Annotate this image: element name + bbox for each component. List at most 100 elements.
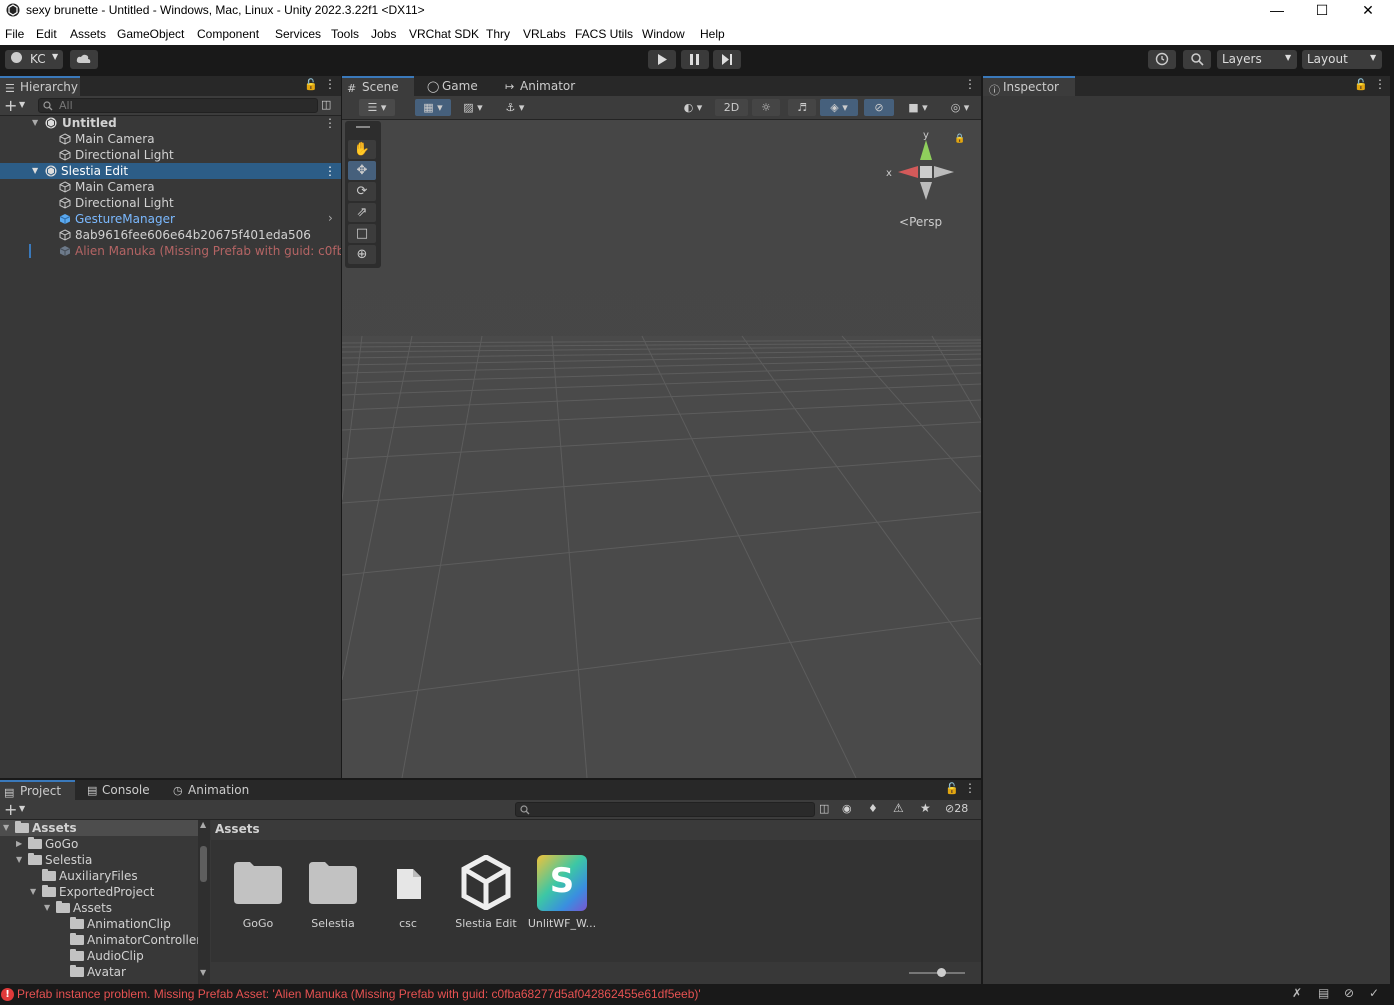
scene-visibility-icon[interactable]: ◫ xyxy=(321,98,331,111)
menu-component[interactable]: Component xyxy=(197,27,259,41)
zoom-slider-thumb[interactable] xyxy=(937,968,946,977)
rect-tool-button[interactable]: □ xyxy=(348,224,376,243)
tool-settings-dropdown[interactable]: ☰ ▾ xyxy=(359,99,395,116)
expand-arrow-icon[interactable]: ▼ xyxy=(32,118,38,127)
filter-type-icon[interactable]: ◉ xyxy=(842,802,852,815)
menu-edit[interactable]: Edit xyxy=(36,27,57,41)
expand-arrow-icon[interactable]: ▼ xyxy=(3,823,9,832)
tree-item-audioclip[interactable]: AudioClip xyxy=(0,948,200,964)
toggle-2d-button[interactable]: 2D xyxy=(715,99,748,116)
tree-item-gogo[interactable]: ▶ GoGo xyxy=(0,836,200,852)
y-axis-cone[interactable] xyxy=(920,140,932,160)
transform-tool-button[interactable]: ⊕ xyxy=(348,245,376,264)
tab-console[interactable]: ▤ Console xyxy=(82,780,162,800)
expand-arrow-icon[interactable]: ▼ xyxy=(16,855,22,864)
add-icon[interactable]: + xyxy=(4,96,17,115)
tree-item-animatorcontroller[interactable]: AnimatorController xyxy=(0,932,201,948)
tree-scrollbar[interactable]: ▲ ▼ xyxy=(198,820,210,984)
ruler-dropdown[interactable]: ⚓ ▾ xyxy=(497,99,533,116)
gizmos-dropdown[interactable]: ◎ ▾ xyxy=(942,99,978,116)
kebab-menu-icon[interactable]: ⋮ xyxy=(324,116,336,130)
menu-vrlabs[interactable]: VRLabs xyxy=(523,27,566,41)
tab-animation[interactable]: ◷ Animation xyxy=(168,780,256,800)
menu-services[interactable]: Services xyxy=(275,27,321,41)
tree-item-exportedproject[interactable]: ▼ ExportedProject xyxy=(0,884,200,900)
undo-history-button[interactable] xyxy=(1148,50,1176,69)
pause-button[interactable] xyxy=(681,50,709,69)
lock-icon[interactable]: 🔓 xyxy=(304,78,318,91)
tab-game[interactable]: ◯ Game xyxy=(422,76,494,96)
hand-tool-button[interactable]: ✋ xyxy=(348,140,376,159)
neg-y-axis-cone[interactable] xyxy=(920,182,932,200)
star-icon[interactable]: ★ xyxy=(920,801,931,815)
chevron-right-icon[interactable]: › xyxy=(328,211,333,225)
expand-arrow-icon[interactable]: ▼ xyxy=(44,903,50,912)
add-icon[interactable]: + xyxy=(4,800,17,819)
scrollbar-thumb[interactable] xyxy=(200,846,207,882)
cache-icon[interactable]: ▤ xyxy=(1318,986,1329,1000)
menu-assets[interactable]: Assets xyxy=(70,27,106,41)
menu-facs-utils[interactable]: FACS Utils xyxy=(575,27,633,41)
search-button[interactable] xyxy=(1183,50,1211,69)
expand-arrow-icon[interactable]: ▼ xyxy=(30,887,36,896)
center-cube[interactable] xyxy=(920,166,932,178)
tab-inspector[interactable]: ⓘ Inspector xyxy=(983,76,1075,97)
kebab-menu-icon[interactable]: ⋮ xyxy=(1374,77,1386,91)
grid-snap-dropdown[interactable]: ▦ ▾ xyxy=(415,99,451,116)
expand-arrow-icon[interactable]: ▼ xyxy=(32,166,38,175)
expand-arrow-icon[interactable]: ▶ xyxy=(16,839,22,848)
hierarchy-row-guid-object[interactable]: 8ab9616fee606e64b20675f401eda506 xyxy=(0,227,341,243)
perspective-toggle[interactable]: <Persp xyxy=(899,215,942,229)
hidden-objects-toggle[interactable]: ⊘ xyxy=(864,99,894,116)
close-button[interactable]: ✕ xyxy=(1345,0,1391,21)
hierarchy-row-untitled[interactable]: ▼ Untitled ⋮ xyxy=(0,115,341,131)
kebab-menu-icon[interactable]: ⋮ xyxy=(964,77,976,91)
hidden-packages-toggle[interactable]: ⊘28 xyxy=(945,802,968,815)
chevron-down-icon[interactable]: ▼ xyxy=(19,100,25,109)
menu-gameobject[interactable]: GameObject xyxy=(117,27,184,41)
search-scope-icon[interactable]: ◫ xyxy=(819,802,829,815)
menu-window[interactable]: Window xyxy=(642,27,685,41)
log-icon[interactable]: ⚠ xyxy=(893,801,904,815)
label-icon[interactable]: ♦ xyxy=(868,802,878,815)
debug-icon[interactable]: ✗ xyxy=(1292,986,1302,1000)
audio-toggle[interactable]: ♬ xyxy=(788,99,816,116)
camera-dropdown[interactable]: ■ ▾ xyxy=(900,99,936,116)
hierarchy-row-main-camera[interactable]: Main Camera xyxy=(0,179,341,195)
menu-file[interactable]: File xyxy=(5,27,24,41)
tab-hierarchy[interactable]: ☰ Hierarchy xyxy=(0,76,80,96)
tree-item-selestia[interactable]: ▼ Selestia xyxy=(0,852,200,868)
hierarchy-row-slestia-edit[interactable]: ▼ Slestia Edit ⋮ xyxy=(0,163,341,179)
tree-item-animationclip[interactable]: AnimationClip xyxy=(0,916,200,932)
hierarchy-row-main-camera[interactable]: Main Camera xyxy=(0,131,341,147)
scale-tool-button[interactable]: ⇗ xyxy=(348,203,376,222)
chevron-down-icon[interactable]: ▼ xyxy=(19,804,25,813)
tab-project[interactable]: ▤ Project xyxy=(0,780,75,800)
scroll-up-icon[interactable]: ▲ xyxy=(200,820,206,829)
tree-item-avatar[interactable]: Avatar xyxy=(0,964,200,980)
kebab-menu-icon[interactable]: ⋮ xyxy=(964,781,976,795)
menu-tools[interactable]: Tools xyxy=(331,27,359,41)
hierarchy-row-missing-prefab[interactable]: Alien Manuka (Missing Prefab with guid: … xyxy=(0,243,341,259)
menu-vrchat-sdk[interactable]: VRChat SDK xyxy=(409,27,479,41)
lock-icon[interactable]: 🔒 xyxy=(954,134,965,144)
kebab-menu-icon[interactable]: ⋮ xyxy=(324,164,336,178)
menu-thry[interactable]: Thry xyxy=(486,27,510,41)
layout-dropdown[interactable]: Layout ▼ xyxy=(1302,50,1382,69)
maximize-button[interactable]: ☐ xyxy=(1299,0,1345,21)
move-tool-button[interactable]: ✥ xyxy=(348,161,376,180)
hierarchy-row-directional-light[interactable]: Directional Light xyxy=(0,195,341,211)
snap-increment-dropdown[interactable]: ▨ ▾ xyxy=(455,99,491,116)
menu-jobs[interactable]: Jobs xyxy=(371,27,396,41)
x-axis-cone[interactable] xyxy=(898,166,918,178)
menu-help[interactable]: Help xyxy=(700,27,725,41)
play-button[interactable] xyxy=(648,50,676,69)
tree-item-assets[interactable]: ▼ Assets xyxy=(0,820,200,836)
layers-dropdown[interactable]: Layers ▼ xyxy=(1217,50,1297,69)
hierarchy-row-gesture-manager[interactable]: GestureManager › xyxy=(0,211,341,227)
lock-icon[interactable]: 🔓 xyxy=(945,782,959,795)
cloud-button[interactable] xyxy=(70,50,98,69)
hierarchy-row-directional-light[interactable]: Directional Light xyxy=(0,147,341,163)
tree-item-auxiliaryfiles[interactable]: AuxiliaryFiles xyxy=(0,868,200,884)
check-icon[interactable]: ✓ xyxy=(1369,986,1379,1000)
